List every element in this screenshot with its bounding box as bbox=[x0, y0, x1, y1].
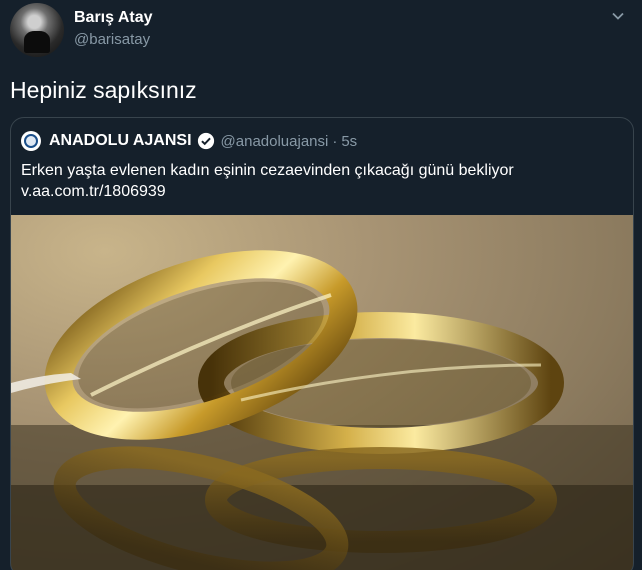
author-name[interactable]: Barış Atay bbox=[74, 9, 153, 27]
anadolu-logo-icon bbox=[24, 134, 38, 148]
quoted-tweet-header: ANADOLU AJANSI @anadoluajansi · 5s bbox=[21, 130, 357, 152]
quoted-author-avatar[interactable] bbox=[21, 131, 41, 151]
separator-dot: · bbox=[332, 132, 338, 150]
quoted-tweet-link[interactable]: v.aa.com.tr/1806939 bbox=[21, 181, 166, 202]
quoted-tweet-image[interactable] bbox=[11, 215, 633, 570]
chevron-down-icon[interactable] bbox=[608, 9, 628, 29]
quoted-timestamp[interactable]: 5s bbox=[341, 133, 357, 150]
quoted-tweet-card[interactable]: ANADOLU AJANSI @anadoluajansi · 5s Erken… bbox=[10, 117, 634, 570]
tweet-header: Barış Atay @barisatay bbox=[10, 3, 632, 59]
tweet-text: Hepiniz sapıksınız bbox=[10, 77, 197, 103]
quoted-author-handle[interactable]: @anadoluajansi bbox=[221, 133, 329, 150]
author-avatar[interactable] bbox=[10, 3, 64, 57]
verified-badge-icon bbox=[197, 132, 214, 150]
author-handle[interactable]: @barisatay bbox=[74, 31, 150, 48]
quoted-tweet-text: Erken yaşta evlenen kadın eşinin cezaevi… bbox=[21, 162, 514, 179]
wedding-rings-photo bbox=[11, 250, 633, 570]
quoted-author-name[interactable]: ANADOLU AJANSI bbox=[49, 132, 192, 150]
